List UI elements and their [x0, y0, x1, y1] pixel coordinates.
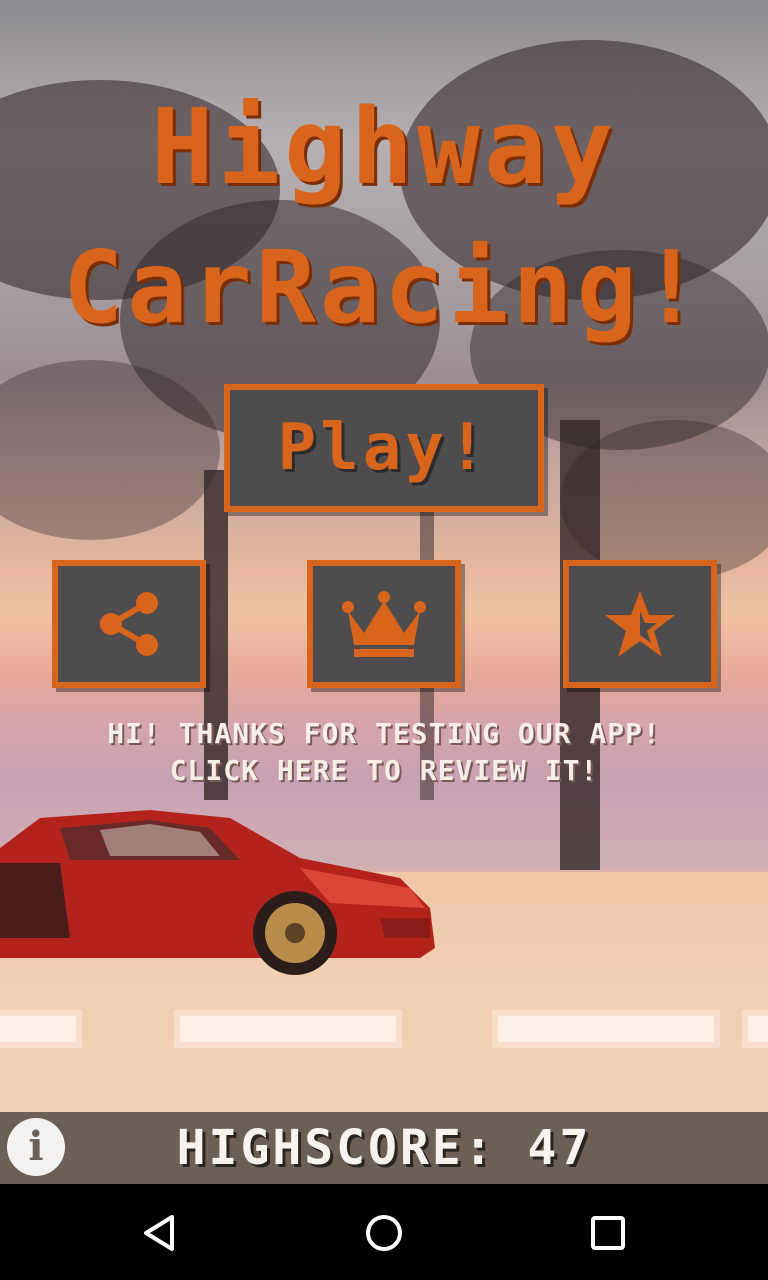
race-car — [0, 810, 435, 975]
share-icon — [100, 592, 158, 656]
share-button[interactable] — [52, 560, 206, 688]
recent-apps-icon — [591, 1216, 625, 1250]
rate-button[interactable] — [563, 560, 717, 688]
nav-recent-apps-button[interactable] — [583, 1208, 633, 1258]
title-line-2: CarRacing! — [62, 229, 706, 346]
lane-marking — [748, 1016, 768, 1042]
palm-trunk — [204, 470, 228, 800]
review-message-line-1[interactable]: HI! THANKS FOR TESTING OUR APP! — [0, 717, 768, 750]
title-line-1: Highway — [150, 86, 618, 208]
home-icon — [366, 1215, 402, 1251]
nav-home-button[interactable] — [359, 1208, 409, 1258]
play-button-label: Play! — [277, 411, 491, 485]
crown-icon — [342, 591, 426, 657]
back-icon — [144, 1215, 174, 1251]
lane-marking — [0, 1016, 76, 1042]
highscore-label: HIGHSCORE: 47 — [176, 1120, 592, 1176]
lane-marking — [180, 1016, 396, 1042]
star-icon — [605, 591, 675, 657]
lane-marking — [498, 1016, 714, 1042]
leaderboard-button[interactable] — [307, 560, 461, 688]
play-button[interactable]: Play! — [224, 384, 544, 512]
review-message-line-2[interactable]: CLICK HERE TO REVIEW IT! — [0, 754, 768, 787]
nav-back-button[interactable] — [135, 1208, 185, 1258]
